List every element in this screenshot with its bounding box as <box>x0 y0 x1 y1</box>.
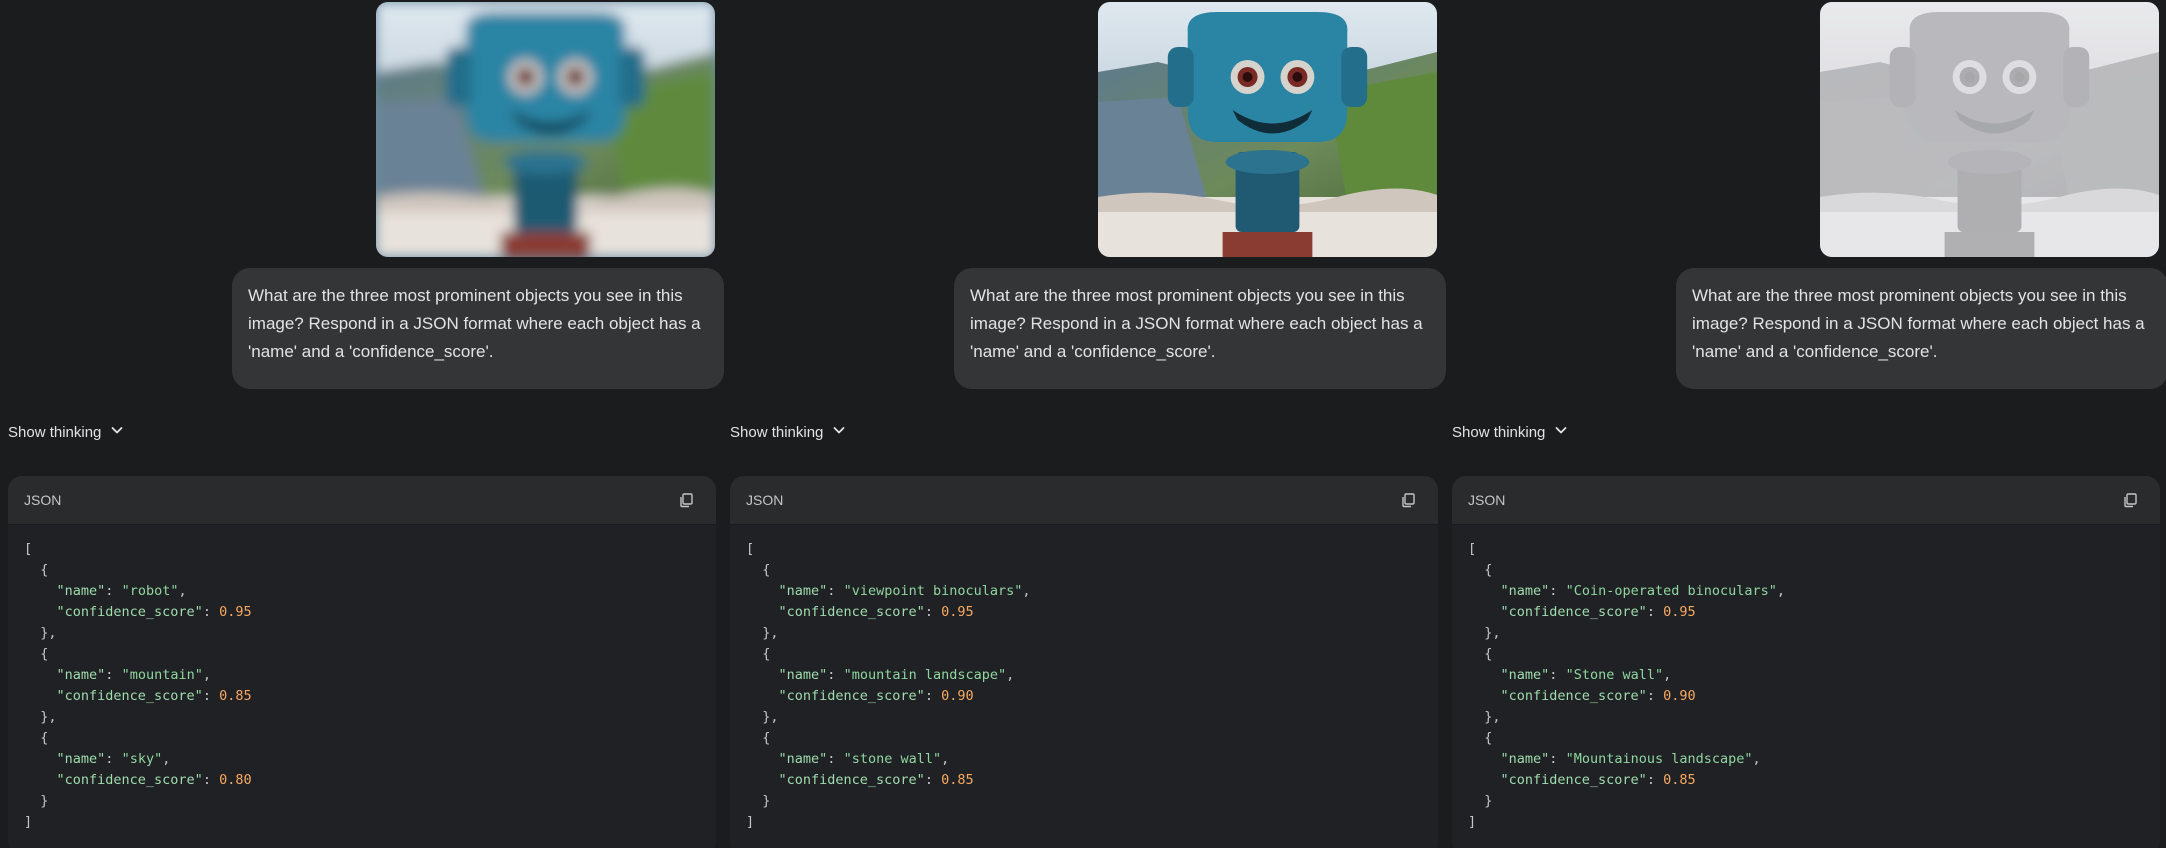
code-line: { <box>1484 646 1493 662</box>
code-line: "name": "mountain landscape", <box>778 667 1015 683</box>
attached-image[interactable] <box>376 2 715 257</box>
code-line: { <box>40 730 49 746</box>
code-line: ] <box>746 814 755 830</box>
code-language-label: JSON <box>746 492 784 508</box>
code-line: }, <box>40 709 57 725</box>
code-line: ] <box>24 814 33 830</box>
attached-image[interactable] <box>1098 2 1437 257</box>
code-line: { <box>40 562 49 578</box>
code-line: "confidence_score": 0.95 <box>56 604 252 620</box>
show-thinking-label: Show thinking <box>8 423 102 441</box>
show-thinking-toggle[interactable]: Show thinking <box>730 420 847 444</box>
code-line: "name": "robot", <box>56 583 187 599</box>
code-line: { <box>1484 730 1493 746</box>
code-line: }, <box>40 625 57 641</box>
chevron-down-icon <box>109 422 125 442</box>
code-line: "confidence_score": 0.85 <box>56 688 252 704</box>
code-line: "confidence_score": 0.95 <box>778 604 974 620</box>
comparison-page: What are the three most prominent object… <box>0 0 2166 848</box>
code-block-header: JSON <box>8 476 716 525</box>
chevron-down-icon <box>831 422 847 442</box>
code-line: [ <box>746 541 755 557</box>
code-line: ] <box>1468 814 1477 830</box>
code-language-label: JSON <box>1468 492 1506 508</box>
json-code-block: JSON [ { "name": "robot", "confidence_sco… <box>8 476 716 848</box>
code-line: "name": "mountain", <box>56 667 211 683</box>
code-line: "confidence_score": 0.85 <box>778 772 974 788</box>
show-thinking-label: Show thinking <box>730 423 824 441</box>
panel-original: What are the three most prominent object… <box>730 0 1446 848</box>
code-body: [ { "name": "robot", "confidence_score":… <box>8 525 716 847</box>
code-line: { <box>40 646 49 662</box>
panel-high-pass: What are the three most prominent object… <box>1452 0 2166 848</box>
code-line: [ <box>1468 541 1477 557</box>
user-prompt-bubble: What are the three most prominent object… <box>232 268 724 389</box>
code-line: }, <box>762 709 779 725</box>
attached-image[interactable] <box>1820 2 2159 257</box>
code-line: "name": "Coin-operated binoculars", <box>1500 583 1786 599</box>
code-line: "confidence_score": 0.85 <box>1500 772 1696 788</box>
code-line: "name": "Stone wall", <box>1500 667 1672 683</box>
show-thinking-toggle[interactable]: Show thinking <box>8 420 125 444</box>
copy-icon[interactable] <box>674 488 698 512</box>
show-thinking-toggle[interactable]: Show thinking <box>1452 420 1569 444</box>
user-prompt-bubble: What are the three most prominent object… <box>954 268 1446 389</box>
code-language-label: JSON <box>24 492 62 508</box>
code-line: "name": "sky", <box>56 751 171 767</box>
code-line: [ <box>24 541 33 557</box>
user-prompt-bubble: What are the three most prominent object… <box>1676 268 2166 389</box>
code-line: "confidence_score": 0.90 <box>778 688 974 704</box>
code-line: "name": "Mountainous landscape", <box>1500 751 1761 767</box>
code-block-header: JSON <box>730 476 1438 525</box>
code-line: }, <box>1484 709 1501 725</box>
code-line: { <box>762 646 771 662</box>
show-thinking-label: Show thinking <box>1452 423 1546 441</box>
code-line: "confidence_score": 0.90 <box>1500 688 1696 704</box>
copy-icon[interactable] <box>2118 488 2142 512</box>
code-line: { <box>762 730 771 746</box>
code-line: "name": "stone wall", <box>778 751 950 767</box>
code-line: } <box>1484 793 1493 809</box>
code-block-header: JSON <box>1452 476 2160 525</box>
code-line: "confidence_score": 0.80 <box>56 772 252 788</box>
copy-icon[interactable] <box>1396 488 1420 512</box>
code-line: } <box>40 793 49 809</box>
code-line: "name": "viewpoint binoculars", <box>778 583 1031 599</box>
panel-blurred: What are the three most prominent object… <box>8 0 724 848</box>
code-line: { <box>1484 562 1493 578</box>
json-code-block: JSON [ { "name": "viewpoint binoculars", … <box>730 476 1438 848</box>
code-line: } <box>762 793 771 809</box>
code-body: [ { "name": "viewpoint binoculars", "con… <box>730 525 1438 847</box>
code-line: { <box>762 562 771 578</box>
chevron-down-icon <box>1553 422 1569 442</box>
json-code-block: JSON [ { "name": "Coin-operated binocular… <box>1452 476 2160 848</box>
code-body: [ { "name": "Coin-operated binoculars", … <box>1452 525 2160 847</box>
code-line: }, <box>762 625 779 641</box>
code-line: "confidence_score": 0.95 <box>1500 604 1696 620</box>
code-line: }, <box>1484 625 1501 641</box>
